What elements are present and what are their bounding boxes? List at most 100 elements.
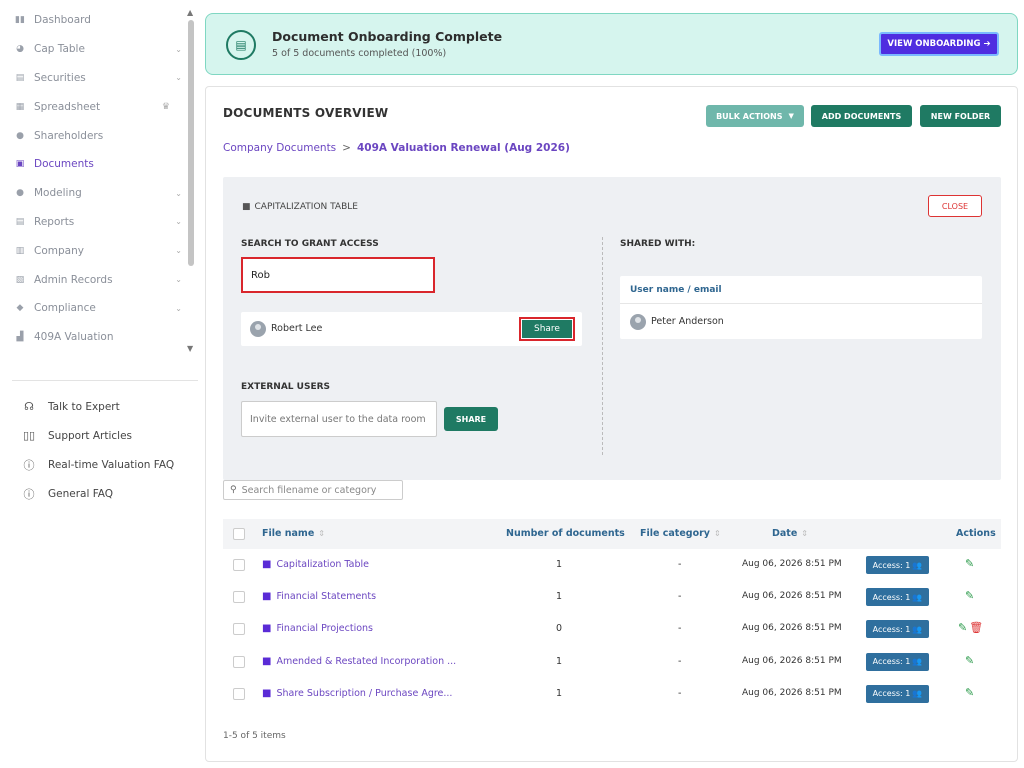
share-folder-name: CAPITALIZATION TABLE	[254, 202, 358, 212]
grid-icon: ▦	[15, 101, 25, 112]
sidebar-item-modeling[interactable]: ● Modeling ⌄	[0, 179, 186, 208]
report-icon: ▤	[15, 216, 25, 227]
share-user-button[interactable]: Share	[519, 317, 575, 341]
result-user-name: Robert Lee	[271, 323, 323, 334]
row-checkbox[interactable]	[233, 655, 245, 668]
help-item-support-articles[interactable]: ▯▯ Support Articles	[22, 421, 174, 450]
file-name-link[interactable]: ■ Amended & Restated Incorporation ...	[262, 656, 456, 667]
scroll-down-icon[interactable]: ▼	[187, 344, 193, 353]
add-documents-button[interactable]: ADD DOCUMENTS	[811, 105, 912, 127]
chevron-down-icon: ⌄	[175, 217, 182, 227]
edit-icon[interactable]: ✎	[965, 557, 974, 570]
row-checkbox[interactable]	[233, 623, 245, 636]
file-name-link[interactable]: ■ Financial Projections	[262, 623, 373, 634]
sidebar-item-cap-table[interactable]: ◕ Cap Table ⌄	[0, 35, 186, 64]
help-list: ☊ Talk to Expert ▯▯ Support Articles ⓘ Real…	[22, 392, 174, 508]
avatar	[250, 321, 266, 337]
chevron-down-icon: ⌄	[175, 275, 182, 285]
external-user-input[interactable]: Invite external user to the data room	[241, 401, 437, 437]
sidebar-item-compliance[interactable]: ◆ Compliance ⌄	[0, 294, 186, 323]
close-button[interactable]: CLOSE	[928, 195, 982, 217]
select-all-checkbox[interactable]	[233, 528, 245, 540]
sidebar-item-securities[interactable]: ▤ Securities ⌄	[0, 64, 186, 93]
sidebar-item-documents[interactable]: ▣ Documents	[0, 150, 186, 179]
header-file-name[interactable]: File name ⇕	[262, 528, 325, 539]
header-num-docs: Number of documents	[506, 528, 625, 539]
file-search-placeholder: Search filename or category	[241, 484, 377, 496]
question-icon: ⓘ	[23, 458, 35, 472]
sidebar-item-admin-records[interactable]: ▧ Admin Records ⌄	[0, 265, 186, 294]
valuation-icon: ▟	[16, 332, 24, 343]
folder-icon: ■	[262, 591, 272, 603]
edit-icon[interactable]: ✎	[958, 621, 967, 634]
view-onboarding-button[interactable]: VIEW ONBOARDING ➔	[879, 32, 999, 56]
sidebar-item-label: Company	[34, 244, 84, 257]
help-item-general-faq[interactable]: ⓘ General FAQ	[22, 479, 174, 508]
bulk-actions-button[interactable]: BULK ACTIONS ▼	[706, 105, 804, 127]
users-icon: 👥	[912, 592, 923, 602]
new-folder-button[interactable]: NEW FOLDER	[920, 105, 1001, 127]
access-badge[interactable]: Access: 1 👥	[866, 652, 929, 671]
file-name: Share Subscription / Purchase Agre...	[276, 687, 453, 699]
trash-icon[interactable]: 🗑	[969, 621, 983, 634]
file-search-input[interactable]: ⚲ Search filename or category	[223, 480, 403, 500]
header-date[interactable]: Date ⇕	[772, 528, 808, 539]
grant-access-search-input[interactable]: Rob	[241, 257, 435, 293]
file-name-link[interactable]: ■ Financial Statements	[262, 591, 376, 602]
documents-panel: DOCUMENTS OVERVIEW BULK ACTIONS ▼ ADD DOC…	[205, 86, 1018, 762]
file-date: Aug 06, 2026 8:51 PM	[742, 559, 842, 569]
file-name-link[interactable]: ■ Share Subscription / Purchase Agre...	[262, 688, 452, 699]
table-row: ■ Capitalization Table 1 - Aug 06, 2026 8…	[223, 549, 1001, 581]
help-item-talk-to-expert[interactable]: ☊ Talk to Expert	[22, 392, 174, 421]
folder-icon: ■	[242, 202, 251, 212]
row-checkbox[interactable]	[233, 591, 245, 604]
file-name-link[interactable]: ■ Capitalization Table	[262, 559, 369, 570]
sidebar-item-dashboard[interactable]: ▮▮ Dashboard	[0, 6, 186, 35]
sidebar-scrollbar[interactable]: ▲ ▼	[187, 8, 195, 356]
edit-icon[interactable]: ✎	[965, 686, 974, 699]
scroll-up-icon[interactable]: ▲	[187, 8, 193, 17]
access-label: Access: 1	[872, 657, 911, 667]
access-label: Access: 1	[872, 560, 911, 570]
sidebar-item-label: Securities	[34, 71, 86, 84]
row-checkbox[interactable]	[233, 687, 245, 700]
access-label: Access: 1	[872, 689, 911, 699]
sidebar-item-spreadsheet[interactable]: ▦ Spreadsheet ♛	[0, 92, 186, 121]
access-badge[interactable]: Access: 1 👥	[866, 684, 929, 703]
sidebar-item-409a-valuation[interactable]: ▟ 409A Valuation	[0, 323, 186, 352]
scrollbar-thumb[interactable]	[188, 20, 194, 266]
header-category[interactable]: File category ⇕	[640, 528, 721, 539]
table-row: ■ Financial Projections 0 - Aug 06, 2026 …	[223, 613, 1001, 645]
breadcrumb-current[interactable]: 409A Valuation Renewal (Aug 2026)	[357, 142, 570, 154]
edit-icon[interactable]: ✎	[965, 589, 974, 602]
row-checkbox[interactable]	[233, 559, 245, 571]
question-icon: ⓘ	[23, 487, 35, 501]
chevron-down-icon: ⌄	[175, 73, 182, 83]
file-date: Aug 06, 2026 8:51 PM	[742, 623, 842, 634]
row-actions: ✎ 🗑	[958, 621, 983, 634]
sidebar-item-reports[interactable]: ▤ Reports ⌄	[0, 208, 186, 237]
access-badge[interactable]: Access: 1 👥	[866, 588, 929, 607]
file-name: Amended & Restated Incorporation ...	[276, 655, 457, 667]
shared-with-table: User name / email Peter Anderson	[620, 276, 982, 339]
side-nav: ▮▮ Dashboard ◕ Cap Table ⌄ ▤ Securities ⌄ ▦ Sp…	[0, 6, 186, 352]
sidebar-item-shareholders[interactable]: ● Shareholders	[0, 121, 186, 150]
share-access-panel: ■ CAPITALIZATION TABLE CLOSE SEARCH TO GR…	[223, 177, 1001, 480]
sidebar-item-label: Documents	[34, 158, 94, 171]
avatar	[630, 313, 646, 330]
building-icon: ▥	[15, 245, 25, 256]
chevron-down-icon: ⌄	[175, 44, 182, 54]
header-file-name-label: File name	[262, 528, 315, 539]
access-badge[interactable]: Access: 1 👥	[866, 556, 929, 574]
access-badge[interactable]: Access: 1 👥	[866, 620, 929, 639]
external-share-button[interactable]: SHARE	[444, 407, 498, 431]
help-item-valuation-faq[interactable]: ⓘ Real-time Valuation FAQ	[22, 450, 175, 479]
file-date: Aug 06, 2026 8:51 PM	[742, 687, 842, 698]
access-label: Access: 1	[872, 624, 911, 634]
edit-icon[interactable]: ✎	[965, 654, 974, 667]
users-icon: 👥	[912, 689, 923, 699]
sidebar-item-company[interactable]: ▥ Company ⌄	[0, 236, 186, 265]
file-name: Financial Statements	[276, 591, 377, 603]
breadcrumb-root[interactable]: Company Documents	[223, 142, 336, 154]
crown-icon: ♛	[161, 101, 170, 112]
